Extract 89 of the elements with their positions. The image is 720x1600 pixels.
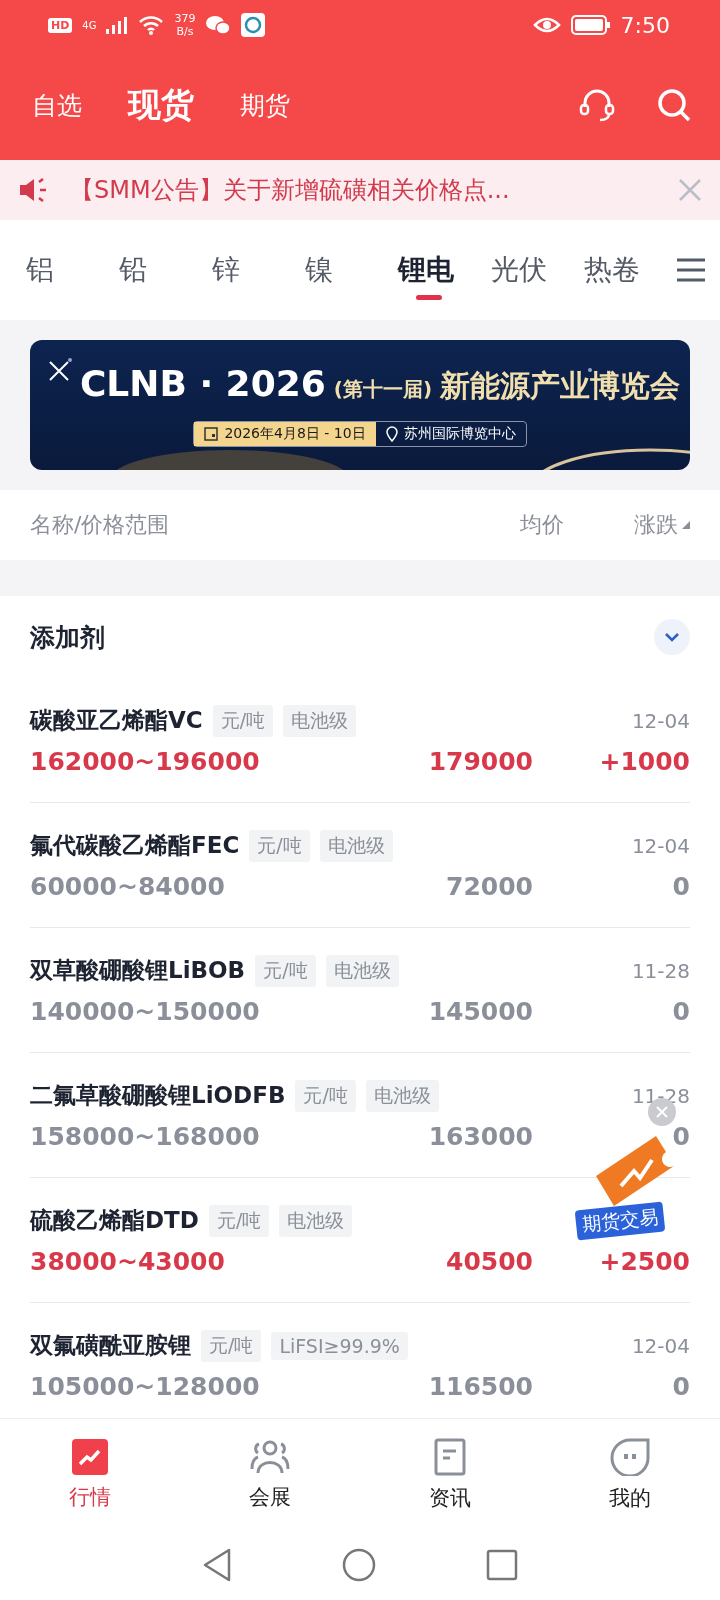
- average-price: 179000: [427, 746, 533, 776]
- speed-unit: B/s: [176, 25, 194, 38]
- chevron-icon: [664, 632, 680, 642]
- price-date: 12-04: [631, 1333, 690, 1358]
- recents-button[interactable]: [486, 1549, 518, 1581]
- price-change: 0: [671, 1371, 690, 1401]
- product-tag: 元/吨: [212, 704, 274, 737]
- price-date: 12-04: [631, 833, 690, 858]
- price-change: +1000: [598, 746, 690, 776]
- chat-bubble-icon: [610, 1438, 650, 1476]
- futures-trading-badge[interactable]: 期货交易: [574, 1201, 666, 1241]
- nav-tab[interactable]: 资讯: [360, 1419, 540, 1531]
- product-name[interactable]: 二氟草酸硼酸锂LiODFB: [30, 1080, 286, 1111]
- product-tag: 电池级: [319, 829, 393, 862]
- header-tab[interactable]: 期货: [240, 88, 290, 122]
- section-title: 添加剂: [30, 621, 106, 654]
- price-date: 11-28: [631, 958, 690, 983]
- app-icon: [241, 13, 266, 37]
- product-tag: 元/吨: [201, 1329, 262, 1362]
- calendar-icon: [204, 427, 219, 441]
- price-range: 60000~84000: [30, 871, 226, 901]
- header-tab[interactable]: 现货: [128, 82, 194, 128]
- product-tag: 元/吨: [249, 829, 310, 862]
- price-change: 0: [671, 871, 690, 901]
- location-pin-icon: [385, 426, 398, 442]
- price-range: 38000~43000: [30, 1246, 226, 1276]
- product-name[interactable]: 双氟磺酰亚胺锂: [30, 1330, 191, 1361]
- product-name[interactable]: 氟代碳酸乙烯酯FEC: [30, 830, 240, 861]
- product-tag: 电池级: [279, 1204, 353, 1237]
- product-tag: 电池级: [365, 1079, 439, 1112]
- chat-app-icon: [205, 14, 232, 36]
- price-range: 140000~150000: [30, 996, 261, 1026]
- average-price: 145000: [427, 996, 533, 1026]
- nav-tab[interactable]: 会展: [180, 1419, 360, 1531]
- product-tag: 元/吨: [255, 954, 316, 987]
- wifi-icon: [138, 15, 165, 35]
- category-tab[interactable]: 锂电: [398, 240, 491, 300]
- category-tab[interactable]: 锌: [212, 240, 305, 300]
- price-change: +2500: [598, 1246, 690, 1276]
- event-date: 2026年4月8日 - 10日: [224, 425, 366, 443]
- column-header: 名称/价格范围: [30, 511, 171, 539]
- event-venue: 苏州国际博览中心: [403, 425, 516, 443]
- speed-value: 379: [174, 12, 196, 25]
- product-tag: 元/吨: [208, 1204, 270, 1237]
- product-tag: 电池级: [283, 704, 357, 737]
- hd-indicator: HD: [48, 17, 73, 33]
- clock-time: 7:50: [620, 12, 670, 38]
- product-tag: 元/吨: [295, 1079, 356, 1112]
- document-icon: [434, 1438, 466, 1476]
- category-tab[interactable]: 光伏: [491, 240, 584, 300]
- sort-icon[interactable]: [682, 521, 690, 529]
- category-tab[interactable]: 热卷: [584, 240, 677, 300]
- price-range: 162000~196000: [30, 746, 261, 776]
- average-price: 163000: [427, 1121, 533, 1151]
- event-logo: CLNB · 2026: [79, 363, 326, 404]
- product-name[interactable]: 碳酸亚乙烯酯VC: [30, 705, 203, 736]
- price-date: 12-04: [631, 708, 690, 733]
- category-tab[interactable]: 镍: [305, 240, 398, 300]
- network-type: 4G: [82, 19, 97, 31]
- battery-icon: [570, 15, 611, 35]
- search-icon[interactable]: [656, 87, 692, 123]
- nav-tab[interactable]: 我的: [540, 1419, 720, 1531]
- expand-toggle[interactable]: [654, 619, 690, 655]
- product-name[interactable]: 双草酸硼酸锂LiBOB: [30, 955, 246, 986]
- price-range: 105000~128000: [30, 1371, 261, 1401]
- average-price: 40500: [445, 1246, 533, 1276]
- headset-icon[interactable]: [578, 87, 616, 123]
- price-change: 0: [671, 996, 690, 1026]
- event-title: 新能源产业博览会: [440, 367, 681, 405]
- signal-icon: [106, 16, 129, 34]
- eye-icon: [532, 15, 561, 35]
- nav-tab[interactable]: 行情: [0, 1419, 180, 1531]
- average-price: 116500: [427, 1371, 533, 1401]
- people-icon: [250, 1439, 290, 1475]
- column-header: 均价: [520, 511, 564, 539]
- home-button[interactable]: [342, 1548, 376, 1582]
- product-tag: 电池级: [325, 954, 399, 987]
- chart-icon: [72, 1439, 108, 1475]
- category-tab[interactable]: 铅: [119, 240, 212, 300]
- average-price: 72000: [445, 871, 533, 901]
- back-button[interactable]: [202, 1548, 232, 1582]
- price-change: 0: [671, 1121, 690, 1151]
- menu-icon[interactable]: [677, 258, 705, 282]
- event-edition: (第十一届): [333, 376, 433, 403]
- category-tab[interactable]: 铝: [26, 240, 119, 300]
- header-tab[interactable]: 自选: [32, 88, 82, 122]
- price-range: 158000~168000: [30, 1121, 261, 1151]
- product-tag: LiFSI≥99.9%: [271, 1331, 408, 1360]
- product-name[interactable]: 硫酸乙烯酯DTD: [30, 1205, 199, 1236]
